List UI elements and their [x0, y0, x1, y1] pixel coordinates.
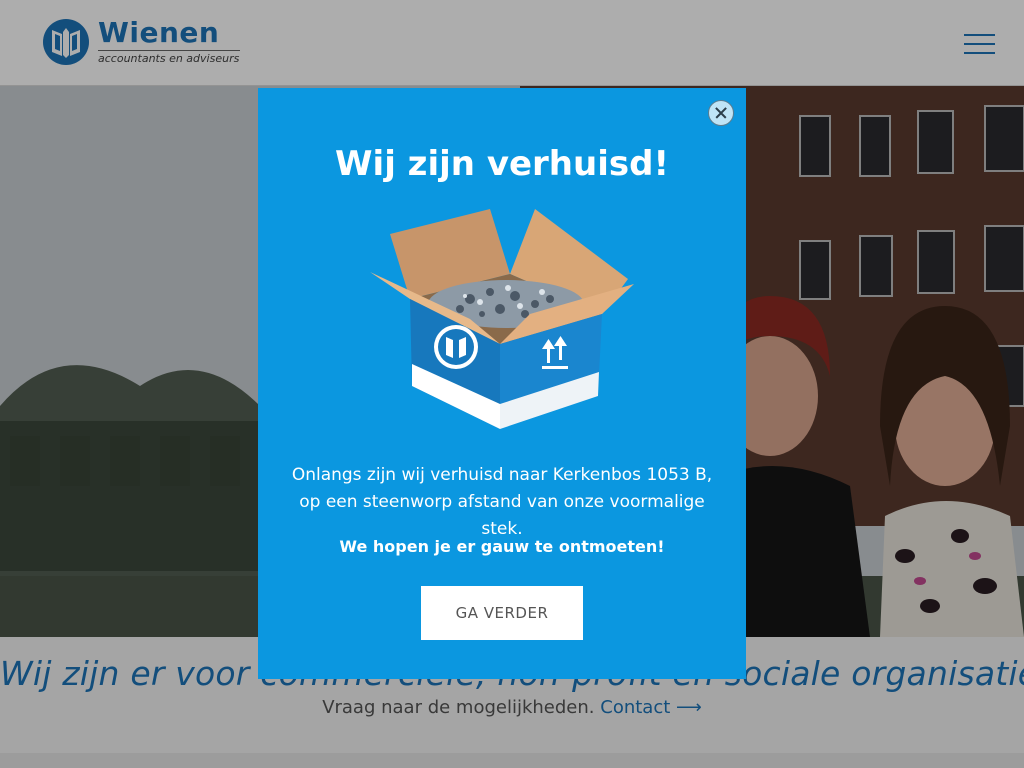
modal-emphasis-text: We hopen je er gauw te ontmoeten!	[339, 537, 665, 556]
modal-body-text: Onlangs zijn wij verhuisd naar Kerkenbos…	[291, 465, 713, 539]
moving-box-illustration	[370, 209, 634, 429]
moved-announcement-modal: Wij zijn verhuisd! Onlangs zijn wij verh…	[258, 88, 746, 679]
modal-title: Wij zijn verhuisd!	[335, 144, 669, 184]
close-icon[interactable]	[708, 100, 734, 126]
page: Wienen accountants en adviseurs Wij zijn…	[0, 0, 1024, 768]
continue-button[interactable]: GA VERDER	[421, 586, 583, 640]
